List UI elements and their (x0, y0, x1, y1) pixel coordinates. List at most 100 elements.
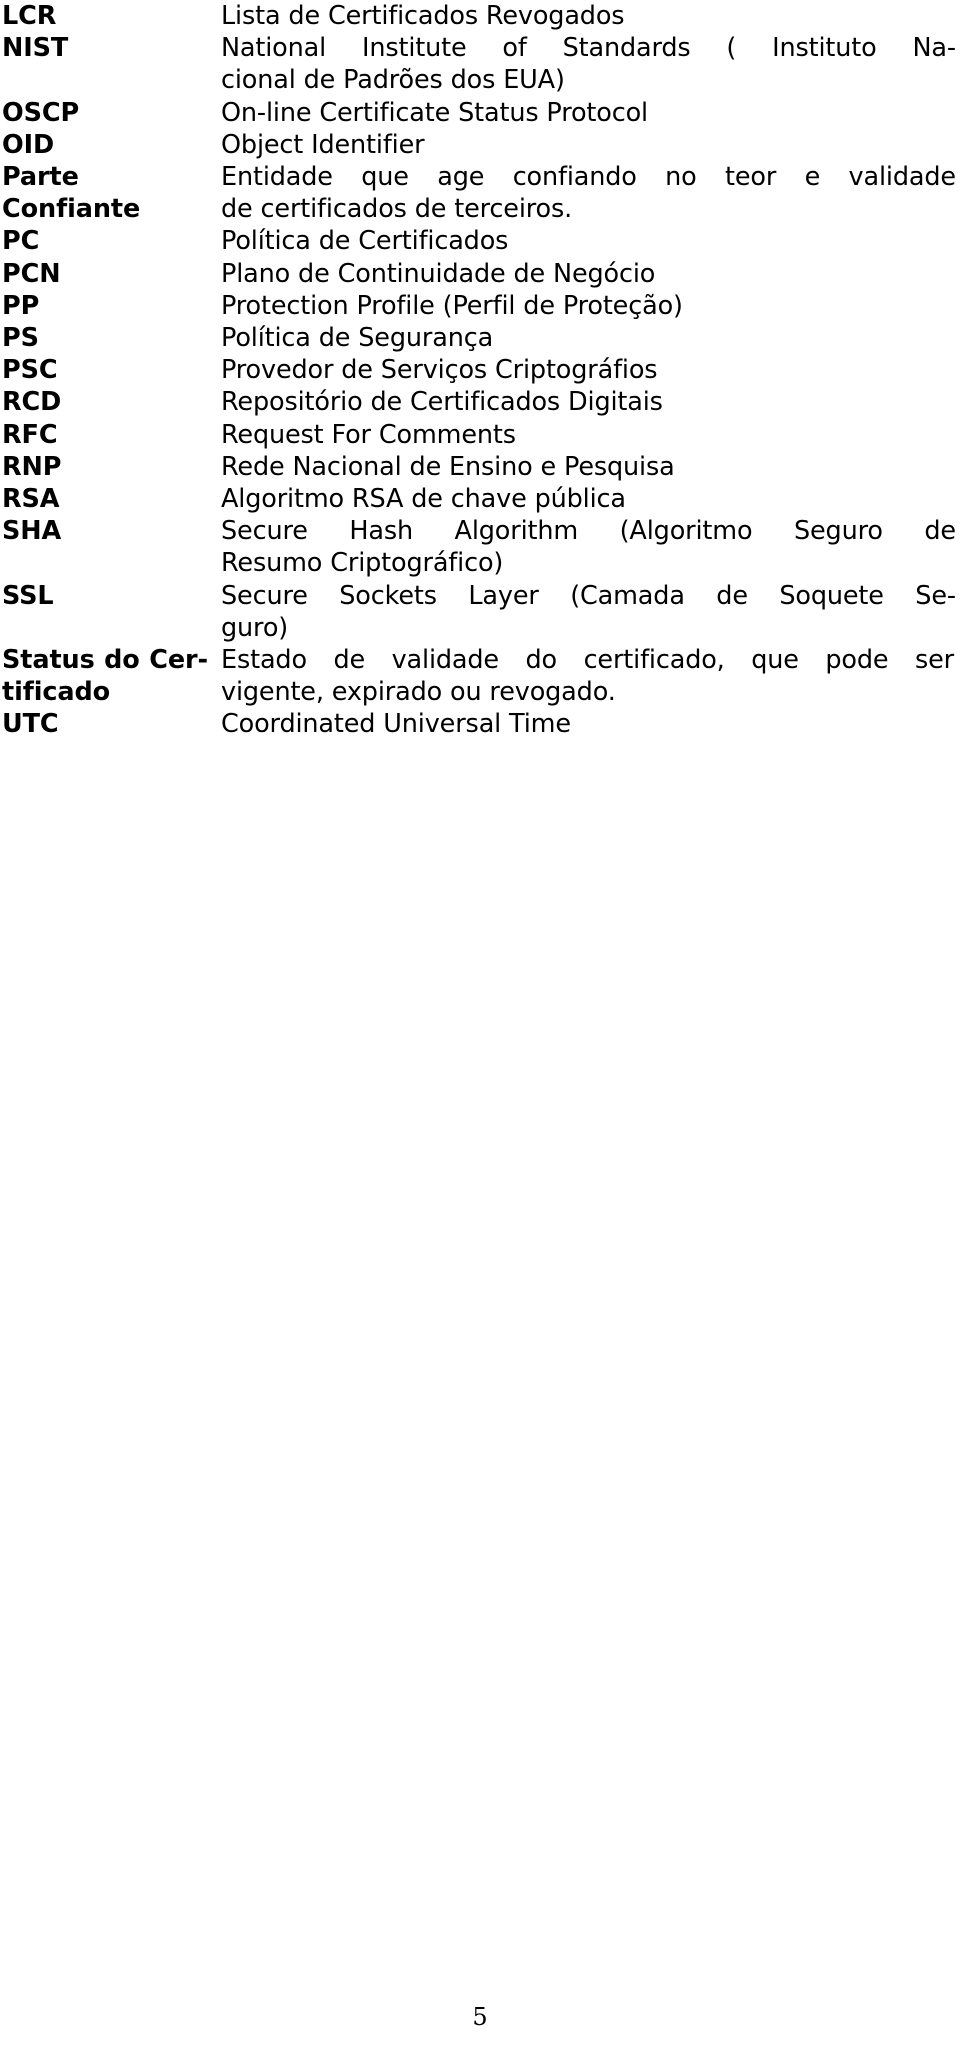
word: de (716, 580, 748, 611)
glossary-term: RNP (2, 451, 62, 482)
glossary-entry-rsa: RSA Algoritmo RSA de chave pública (2, 483, 959, 515)
word: validade (391, 645, 500, 676)
glossary-term: PCN (2, 258, 61, 289)
word: Soquete (779, 580, 884, 611)
word: Status (2, 645, 95, 676)
definition-line: vigente, expirado ou revogado. (221, 677, 616, 708)
word: Secure (221, 580, 308, 611)
glossary-definition: On-line Certificate Status Protocol (221, 97, 959, 129)
word: (Algoritmo (619, 516, 753, 547)
glossary-term: UTC (2, 709, 59, 740)
definition-line: Lista de Certificados Revogados (221, 1, 625, 31)
glossary-entry-rfc: RFC Request For Comments (2, 419, 959, 451)
glossary-term-line: tificado (2, 677, 111, 708)
word: confiando (512, 162, 637, 193)
definition-line: On-line Certificate Status Protocol (221, 97, 648, 128)
word: Entidade (221, 162, 333, 193)
word: do (104, 645, 140, 676)
word: National (221, 33, 327, 64)
glossary-term: RFC (2, 419, 58, 450)
glossary-term: PSC (2, 355, 58, 386)
word: ( (726, 33, 737, 64)
page-number: 5 (472, 2003, 488, 2031)
glossary-entry-sha: SHA Secure Hash Algorithm (Algoritmo Seguro d… (2, 515, 959, 579)
word: de (924, 516, 956, 547)
word: de (333, 645, 366, 676)
definition-line: National Institute of Standards (Instituto Na… (221, 32, 956, 64)
word: certificado, (583, 645, 725, 676)
definition-line: Secure Sockets Layer (Camada de Soquete Se- (221, 580, 956, 612)
word: Secure (221, 516, 308, 547)
glossary-definition: Política de Certificados (221, 225, 959, 257)
glossary-entry-ssl: SSL Secure Sockets Layer (Camada de Soquete Se… (2, 580, 959, 644)
glossary-term: SHA (2, 516, 62, 547)
glossary-entry-parte-confiante: Parte Confiante Entidade que age confiando n… (2, 161, 959, 225)
definition-line: guro) (221, 612, 289, 643)
definition-line: Request For Comments (221, 419, 516, 450)
word: no (665, 162, 697, 193)
word: Na- (912, 33, 956, 64)
glossary-entry-ps: PS Política de Segurança (2, 322, 959, 354)
glossary-definition: Coordinated Universal Time (221, 708, 959, 740)
glossary-definition: Plano de Continuidade de Negócio (221, 258, 959, 290)
glossary-entry-rnp: RNP Rede Nacional de Ensino e Pesquisa (2, 451, 959, 483)
glossary-entry-psc: PSC Provedor de Serviços Criptográfios (2, 354, 959, 386)
glossary-definition: Repositório de Certificados Digitais (221, 386, 959, 418)
word: Cer- (149, 645, 208, 676)
word: Algorithm (454, 516, 579, 547)
glossary-definition: Algoritmo RSA de chave pública (221, 483, 959, 515)
glossary-term: Parte Confiante (2, 162, 141, 225)
glossary-definition: Protection Profile (Perfil de Proteção) (221, 290, 959, 322)
definition-line: Secure Hash Algorithm (Algoritmo Seguro de (221, 515, 956, 547)
word: (Camada (570, 580, 685, 611)
glossary-term-line: Status do Cer- (2, 644, 208, 676)
word: Sockets (339, 580, 437, 611)
definition-line: Repositório de Certificados Digitais (221, 387, 663, 418)
definition-line: Entidade que age confiando no teor e validade (221, 161, 956, 193)
word: pode (825, 645, 889, 676)
word: ser (914, 645, 954, 676)
document-page: LCR Lista de Certificados Revogados NIST… (0, 0, 960, 2068)
glossary-list: LCR Lista de Certificados Revogados NIST… (2, 0, 959, 741)
definition-line: Política de Certificados (221, 226, 509, 257)
glossary-term: PS (2, 323, 39, 354)
word: of (502, 33, 527, 64)
word: Seguro (793, 516, 883, 547)
glossary-term: OSCP (2, 97, 80, 128)
glossary-entry-pc: PC Política de Certificados (2, 225, 959, 257)
glossary-entry-pcn: PCN Plano de Continuidade de Negócio (2, 258, 959, 290)
glossary-entry-oid: OID Object Identifier (2, 129, 959, 161)
glossary-term: NIST (2, 33, 69, 64)
glossary-definition: Rede Nacional de Ensino e Pesquisa (221, 451, 959, 483)
definition-line: cional de Padrões dos EUA) (221, 65, 565, 96)
definition-line: Estado de validade do certificado, que pode ser (221, 644, 954, 676)
word: Standards (562, 33, 691, 64)
glossary-term: PC (2, 226, 40, 257)
glossary-term: Status do Cer- tificado (2, 644, 221, 708)
word: que (751, 645, 799, 676)
definition-line: Protection Profile (Perfil de Proteção) (221, 290, 683, 321)
definition-line: Coordinated Universal Time (221, 709, 571, 740)
glossary-definition: Política de Segurança (221, 322, 959, 354)
definition-line: Rede Nacional de Ensino e Pesquisa (221, 451, 675, 482)
glossary-definition: Request For Comments (221, 419, 959, 451)
glossary-term: RCD (2, 387, 62, 418)
glossary-term: SSL (2, 580, 54, 611)
word: do (525, 645, 558, 676)
word: Estado (221, 645, 307, 676)
glossary-definition: Object Identifier (221, 129, 959, 161)
glossary-definition: Secure Hash Algorithm (Algoritmo Seguro de Re… (221, 515, 959, 579)
word: Layer (468, 580, 539, 611)
word: Se- (915, 580, 956, 611)
glossary-entry-rcd: RCD Repositório de Certificados Digitais (2, 386, 959, 418)
word: validade (848, 162, 957, 193)
glossary-entry-oscp: OSCP On-line Certificate Status Protocol (2, 97, 959, 129)
word: Hash (349, 516, 413, 547)
definition-line: Object Identifier (221, 129, 425, 160)
glossary-definition: Entidade que age confiando no teor e validade d… (221, 161, 959, 225)
glossary-term: RSA (2, 484, 60, 515)
definition-line: de certificados de terceiros. (221, 194, 573, 225)
glossary-definition: Estado de validade do certificado, que pode ser… (221, 644, 959, 708)
glossary-definition: Provedor de Serviços Criptográfios (221, 354, 959, 386)
glossary-definition: Lista de Certificados Revogados (221, 0, 959, 32)
